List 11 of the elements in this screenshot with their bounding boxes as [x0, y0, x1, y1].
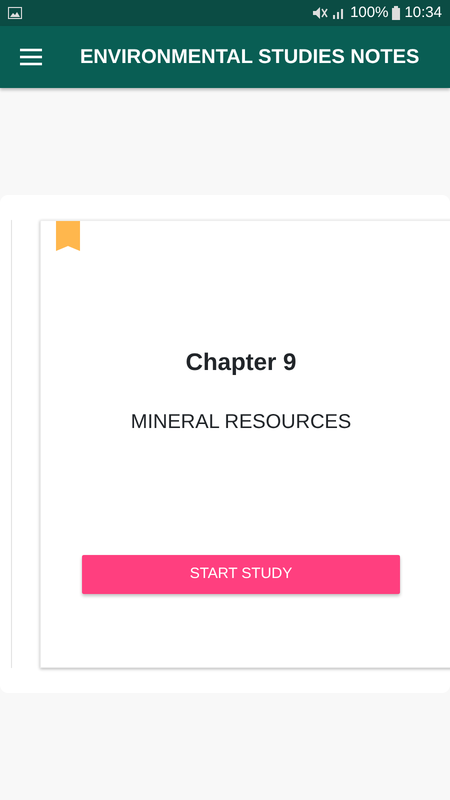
mute-icon: [312, 6, 328, 20]
battery-percentage: 100%: [350, 2, 388, 23]
bookmark-icon[interactable]: [56, 221, 80, 251]
battery-icon: [392, 6, 400, 20]
chapter-number: Chapter 9: [184, 348, 298, 378]
menu-button[interactable]: [20, 48, 42, 66]
chapter-title: MINERAL RESOURCES: [130, 410, 352, 435]
app-title: ENVIRONMENTAL STUDIES NOTES: [80, 45, 420, 70]
start-study-button[interactable]: START STUDY: [82, 555, 400, 594]
image-icon: [8, 7, 22, 19]
clock-time: 10:34: [404, 2, 442, 23]
